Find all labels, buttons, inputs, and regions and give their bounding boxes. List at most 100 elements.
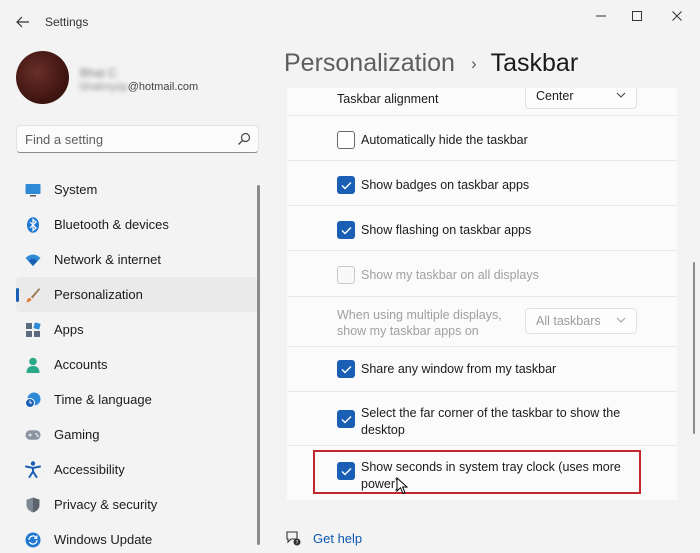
- setting-label: Share any window from my taskbar: [361, 362, 557, 376]
- checkbox-auto-hide[interactable]: [337, 131, 355, 149]
- monitor-icon: [25, 182, 41, 198]
- person-icon: [25, 357, 41, 373]
- shield-icon: [25, 497, 41, 513]
- sidebar-item-bluetooth[interactable]: Bluetooth & devices: [16, 207, 258, 242]
- sidebar-item-accessibility[interactable]: Accessibility: [16, 452, 258, 487]
- app-title: Settings: [45, 15, 89, 29]
- taskbar-alignment-row: Taskbar alignment Center: [287, 88, 677, 116]
- gamepad-icon: [25, 427, 41, 443]
- setting-label-line1: Select the far corner of the taskbar to …: [361, 406, 621, 420]
- sidebar-item-label: Bluetooth & devices: [54, 217, 169, 232]
- checkmark-icon: [341, 415, 351, 423]
- setting-label-line2: desktop: [361, 423, 405, 437]
- sidebar-item-windows-update[interactable]: Windows Update: [16, 522, 258, 553]
- setting-row-badges[interactable]: Show badges on taskbar apps: [287, 161, 677, 206]
- apps-icon: [25, 321, 41, 338]
- title-bar: Settings: [0, 0, 700, 42]
- checkbox-badges[interactable]: [337, 176, 355, 194]
- brush-icon: [25, 287, 41, 303]
- get-help-label: Get help: [313, 530, 363, 546]
- setting-label: Show flashing on taskbar apps: [361, 223, 532, 237]
- sidebar-item-time-language[interactable]: Time & language: [16, 382, 258, 417]
- chevron-down-icon: [616, 317, 626, 323]
- taskbar-behaviors-panel: Taskbar alignment Center Automatically h…: [287, 88, 677, 500]
- breadcrumb: Personalization › Taskbar: [284, 49, 578, 78]
- chevron-down-icon: [616, 92, 626, 98]
- minimize-icon: [596, 15, 606, 17]
- update-icon: [25, 532, 41, 548]
- minimize-button[interactable]: [584, 6, 618, 26]
- sidebar-item-label: System: [54, 182, 98, 197]
- multi-display-dropdown: All taskbars: [525, 308, 637, 334]
- setting-label: Show my taskbar on all displays: [361, 268, 539, 282]
- accessibility-icon: [25, 461, 41, 478]
- checkmark-icon: [341, 365, 351, 373]
- user-email-domain: @hotmail.com: [127, 81, 199, 93]
- search-icon[interactable]: [237, 132, 251, 146]
- sidebar-item-label: Gaming: [54, 427, 100, 442]
- setting-label-line1: When using multiple displays,: [337, 308, 502, 322]
- setting-row-auto-hide[interactable]: Automatically hide the taskbar: [287, 116, 677, 161]
- sidebar-item-label: Network & internet: [54, 252, 161, 267]
- sidebar-item-label: Time & language: [54, 392, 152, 407]
- taskbar-alignment-dropdown[interactable]: Center: [525, 88, 637, 109]
- dropdown-value: All taskbars: [536, 314, 601, 328]
- avatar[interactable]: [16, 51, 69, 104]
- bluetooth-icon: [25, 216, 41, 233]
- sidebar-item-apps[interactable]: Apps: [16, 312, 258, 347]
- sidebar-item-label: Personalization: [54, 287, 143, 302]
- sidebar-item-label: Apps: [54, 322, 84, 337]
- user-name: Bhat C: [80, 66, 117, 80]
- search-box: [16, 125, 259, 153]
- page-title: Taskbar: [490, 49, 579, 77]
- checkbox-far-corner[interactable]: [337, 410, 355, 428]
- user-email: bhatmysp@hotmail.com: [80, 81, 198, 93]
- setting-row-share-window[interactable]: Share any window from my taskbar: [287, 347, 677, 392]
- clock-globe-icon: [25, 392, 41, 408]
- highlight-box: [313, 450, 641, 494]
- close-button[interactable]: [660, 6, 694, 26]
- sidebar-item-label: Privacy & security: [54, 497, 158, 512]
- get-help-link[interactable]: ? Get help: [285, 530, 362, 546]
- sidebar-item-privacy[interactable]: Privacy & security: [16, 487, 258, 522]
- back-arrow-icon: [16, 16, 29, 28]
- sidebar-nav: System Bluetooth & devices Network & int…: [16, 172, 258, 553]
- checkbox-share-window[interactable]: [337, 360, 355, 378]
- setting-label-line2: show my taskbar apps on: [337, 324, 479, 338]
- setting-label: Automatically hide the taskbar: [361, 133, 528, 147]
- sidebar-item-gaming[interactable]: Gaming: [16, 417, 258, 452]
- setting-row-all-displays: Show my taskbar on all displays: [287, 251, 677, 297]
- setting-label: Taskbar alignment: [337, 92, 439, 106]
- breadcrumb-parent[interactable]: Personalization: [284, 49, 455, 78]
- checkbox-flashing[interactable]: [337, 221, 355, 239]
- checkmark-icon: [341, 226, 351, 234]
- sidebar-item-accounts[interactable]: Accounts: [16, 347, 258, 382]
- wifi-icon: [25, 252, 41, 268]
- sidebar-item-label: Windows Update: [54, 532, 153, 547]
- sidebar-item-network[interactable]: Network & internet: [16, 242, 258, 277]
- mouse-cursor-icon: [396, 477, 408, 495]
- setting-row-flashing[interactable]: Show flashing on taskbar apps: [287, 206, 677, 251]
- setting-row-multi-display: When using multiple displays, show my ta…: [287, 297, 677, 347]
- maximize-icon: [632, 11, 642, 21]
- checkmark-icon: [341, 181, 351, 189]
- sidebar-scrollbar[interactable]: [257, 185, 260, 545]
- svg-text:?: ?: [296, 540, 299, 546]
- dropdown-value: Center: [536, 89, 574, 103]
- setting-row-far-corner[interactable]: Select the far corner of the taskbar to …: [287, 392, 677, 446]
- checkbox-all-displays: [337, 266, 355, 284]
- main-scrollbar[interactable]: [693, 262, 695, 434]
- settings-window: Settings Bhat C bhatmysp@hotmail.com Sys…: [0, 0, 700, 553]
- setting-label: Show badges on taskbar apps: [361, 178, 530, 192]
- search-input[interactable]: [17, 126, 227, 152]
- close-icon: [672, 11, 682, 21]
- sidebar-item-label: Accessibility: [54, 462, 125, 477]
- sidebar-item-system[interactable]: System: [16, 172, 258, 207]
- user-email-prefix: bhatmysp: [80, 81, 128, 93]
- sidebar-item-label: Accounts: [54, 357, 108, 372]
- help-chat-icon: ?: [286, 531, 301, 546]
- sidebar-item-personalization[interactable]: Personalization: [16, 277, 258, 312]
- chevron-right-icon: ›: [470, 53, 477, 73]
- back-button[interactable]: [12, 11, 34, 33]
- maximize-button[interactable]: [620, 6, 654, 26]
